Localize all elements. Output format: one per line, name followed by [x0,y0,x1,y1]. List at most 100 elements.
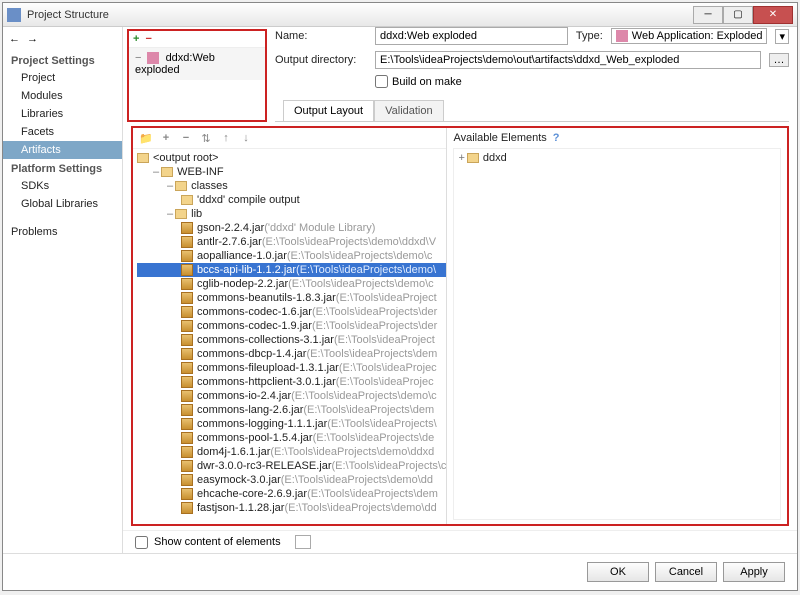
ok-button[interactable]: OK [587,562,649,582]
folder-icon [137,153,149,163]
help-icon[interactable]: ? [553,132,560,144]
remove-icon[interactable]: − [179,131,193,145]
add-icon[interactable]: + [159,131,173,145]
close-button[interactable]: ✕ [753,6,793,24]
browse-button[interactable]: … [769,53,789,67]
jar-icon [181,236,193,248]
add-artifact-icon[interactable]: + [133,33,139,45]
maximize-button[interactable]: ▢ [723,6,753,24]
jar-item[interactable]: commons-httpclient-3.0.1.jar (E:\Tools\i… [137,375,446,389]
jar-icon [181,446,193,458]
jar-item[interactable]: dwr-3.0.0-rc3-RELEASE.jar (E:\Tools\idea… [137,459,446,473]
jar-item[interactable]: commons-io-2.4.jar (E:\Tools\ideaProject… [137,389,446,403]
sidebar-head-project: Project Settings [3,51,122,69]
type-icon [616,30,628,42]
build-on-make-label: Build on make [392,76,462,88]
back-icon[interactable]: ← [9,33,21,45]
forward-icon[interactable]: → [27,33,39,45]
apply-button[interactable]: Apply [723,562,785,582]
jar-item[interactable]: dom4j-1.6.1.jar (E:\Tools\ideaProjects\d… [137,445,446,459]
jar-icon [181,250,193,262]
jar-icon [181,418,193,430]
jar-icon [181,222,193,234]
show-content-checkbox[interactable] [135,536,148,549]
jar-item[interactable]: commons-lang-2.6.jar (E:\Tools\ideaProje… [137,403,446,417]
window-title: Project Structure [27,9,693,21]
jar-item[interactable]: commons-beanutils-1.8.3.jar (E:\Tools\id… [137,291,446,305]
app-icon [7,8,21,22]
folder-icon [175,209,187,219]
jar-icon [181,362,193,374]
artifact-list-item[interactable]: − ddxd:Web exploded [129,48,265,80]
chevron-down-icon[interactable]: ▾ [775,29,789,44]
jar-icon [181,348,193,360]
jar-item[interactable]: commons-collections-3.1.jar (E:\Tools\id… [137,333,446,347]
jar-item[interactable]: commons-pool-1.5.4.jar (E:\Tools\ideaPro… [137,431,446,445]
jar-icon [181,404,193,416]
output-tree[interactable]: <output root> –WEB-INF –classes 'ddxd' c… [133,149,446,524]
jar-icon [181,460,193,472]
cancel-button[interactable]: Cancel [655,562,717,582]
move-down-icon[interactable]: ↓ [239,131,253,145]
jar-item[interactable]: commons-codec-1.9.jar (E:\Tools\ideaProj… [137,319,446,333]
type-label: Type: [576,30,603,42]
jar-icon [181,488,193,500]
folder-icon [161,167,173,177]
folder-icon [175,181,187,191]
sidebar-item-problems[interactable]: Problems [3,223,122,241]
type-select[interactable]: Web Application: Exploded [611,28,768,44]
available-elements-label: Available Elements [453,132,546,144]
jar-item[interactable]: cglib-nodep-2.2.jar (E:\Tools\ideaProjec… [137,277,446,291]
jar-item[interactable]: commons-fileupload-1.3.1.jar (E:\Tools\i… [137,361,446,375]
jar-item[interactable]: ehcache-core-2.6.9.jar (E:\Tools\ideaPro… [137,487,446,501]
name-input[interactable] [375,27,568,45]
jar-icon [181,334,193,346]
artifact-icon [147,52,159,64]
jar-icon [181,320,193,332]
show-content-label: Show content of elements [154,536,281,548]
title-bar: Project Structure ─ ▢ ✕ [3,3,797,27]
build-on-make-checkbox[interactable] [375,75,388,88]
jar-icon [181,306,193,318]
tab-validation[interactable]: Validation [374,100,444,121]
tab-output-layout[interactable]: Output Layout [283,100,374,121]
sidebar-item-libraries[interactable]: Libraries [3,105,122,123]
jar-icon [181,376,193,388]
sidebar-head-platform: Platform Settings [3,159,122,177]
sidebar-item-facets[interactable]: Facets [3,123,122,141]
jar-icon [181,502,193,514]
folder-icon [181,195,193,205]
jar-item[interactable]: antlr-2.7.6.jar (E:\Tools\ideaProjects\d… [137,235,446,249]
jar-icon [181,292,193,304]
jar-icon [181,390,193,402]
available-tree[interactable]: +ddxd [453,148,781,520]
jar-item[interactable]: commons-logging-1.1.1.jar (E:\Tools\idea… [137,417,446,431]
jar-item[interactable]: gson-2.2.4.jar ('ddxd' Module Library) [137,221,446,235]
outdir-label: Output directory: [275,54,367,66]
sidebar-item-global-libraries[interactable]: Global Libraries [3,195,122,213]
remove-artifact-icon[interactable]: − [145,33,151,45]
outdir-input[interactable] [375,51,761,69]
sidebar-item-artifacts[interactable]: Artifacts [3,141,122,159]
jar-item[interactable]: commons-dbcp-1.4.jar (E:\Tools\ideaProje… [137,347,446,361]
jar-item[interactable]: aopalliance-1.0.jar (E:\Tools\ideaProjec… [137,249,446,263]
jar-icon [181,432,193,444]
sidebar-item-modules[interactable]: Modules [3,87,122,105]
move-up-icon[interactable]: ↑ [219,131,233,145]
jar-item[interactable]: fastjson-1.1.28.jar (E:\Tools\ideaProjec… [137,501,446,515]
jar-item[interactable]: easymock-3.0.jar (E:\Tools\ideaProjects\… [137,473,446,487]
jar-icon [181,264,193,276]
sort-icon[interactable]: ⇅ [199,131,213,145]
sidebar-item-sdks[interactable]: SDKs [3,177,122,195]
artifact-list: + − − ddxd:Web exploded [127,29,267,122]
sidebar: ← → Project Settings Project Modules Lib… [3,27,123,553]
jar-icon [181,474,193,486]
new-folder-icon[interactable]: 📁 [139,131,153,145]
minimize-button[interactable]: ─ [693,6,723,24]
jar-item[interactable]: bccs-api-lib-1.1.2.jar (E:\Tools\ideaPro… [137,263,446,277]
sidebar-item-project[interactable]: Project [3,69,122,87]
jar-icon [181,278,193,290]
name-label: Name: [275,30,367,42]
jar-item[interactable]: commons-codec-1.6.jar (E:\Tools\ideaProj… [137,305,446,319]
show-content-toggle[interactable] [295,535,311,549]
